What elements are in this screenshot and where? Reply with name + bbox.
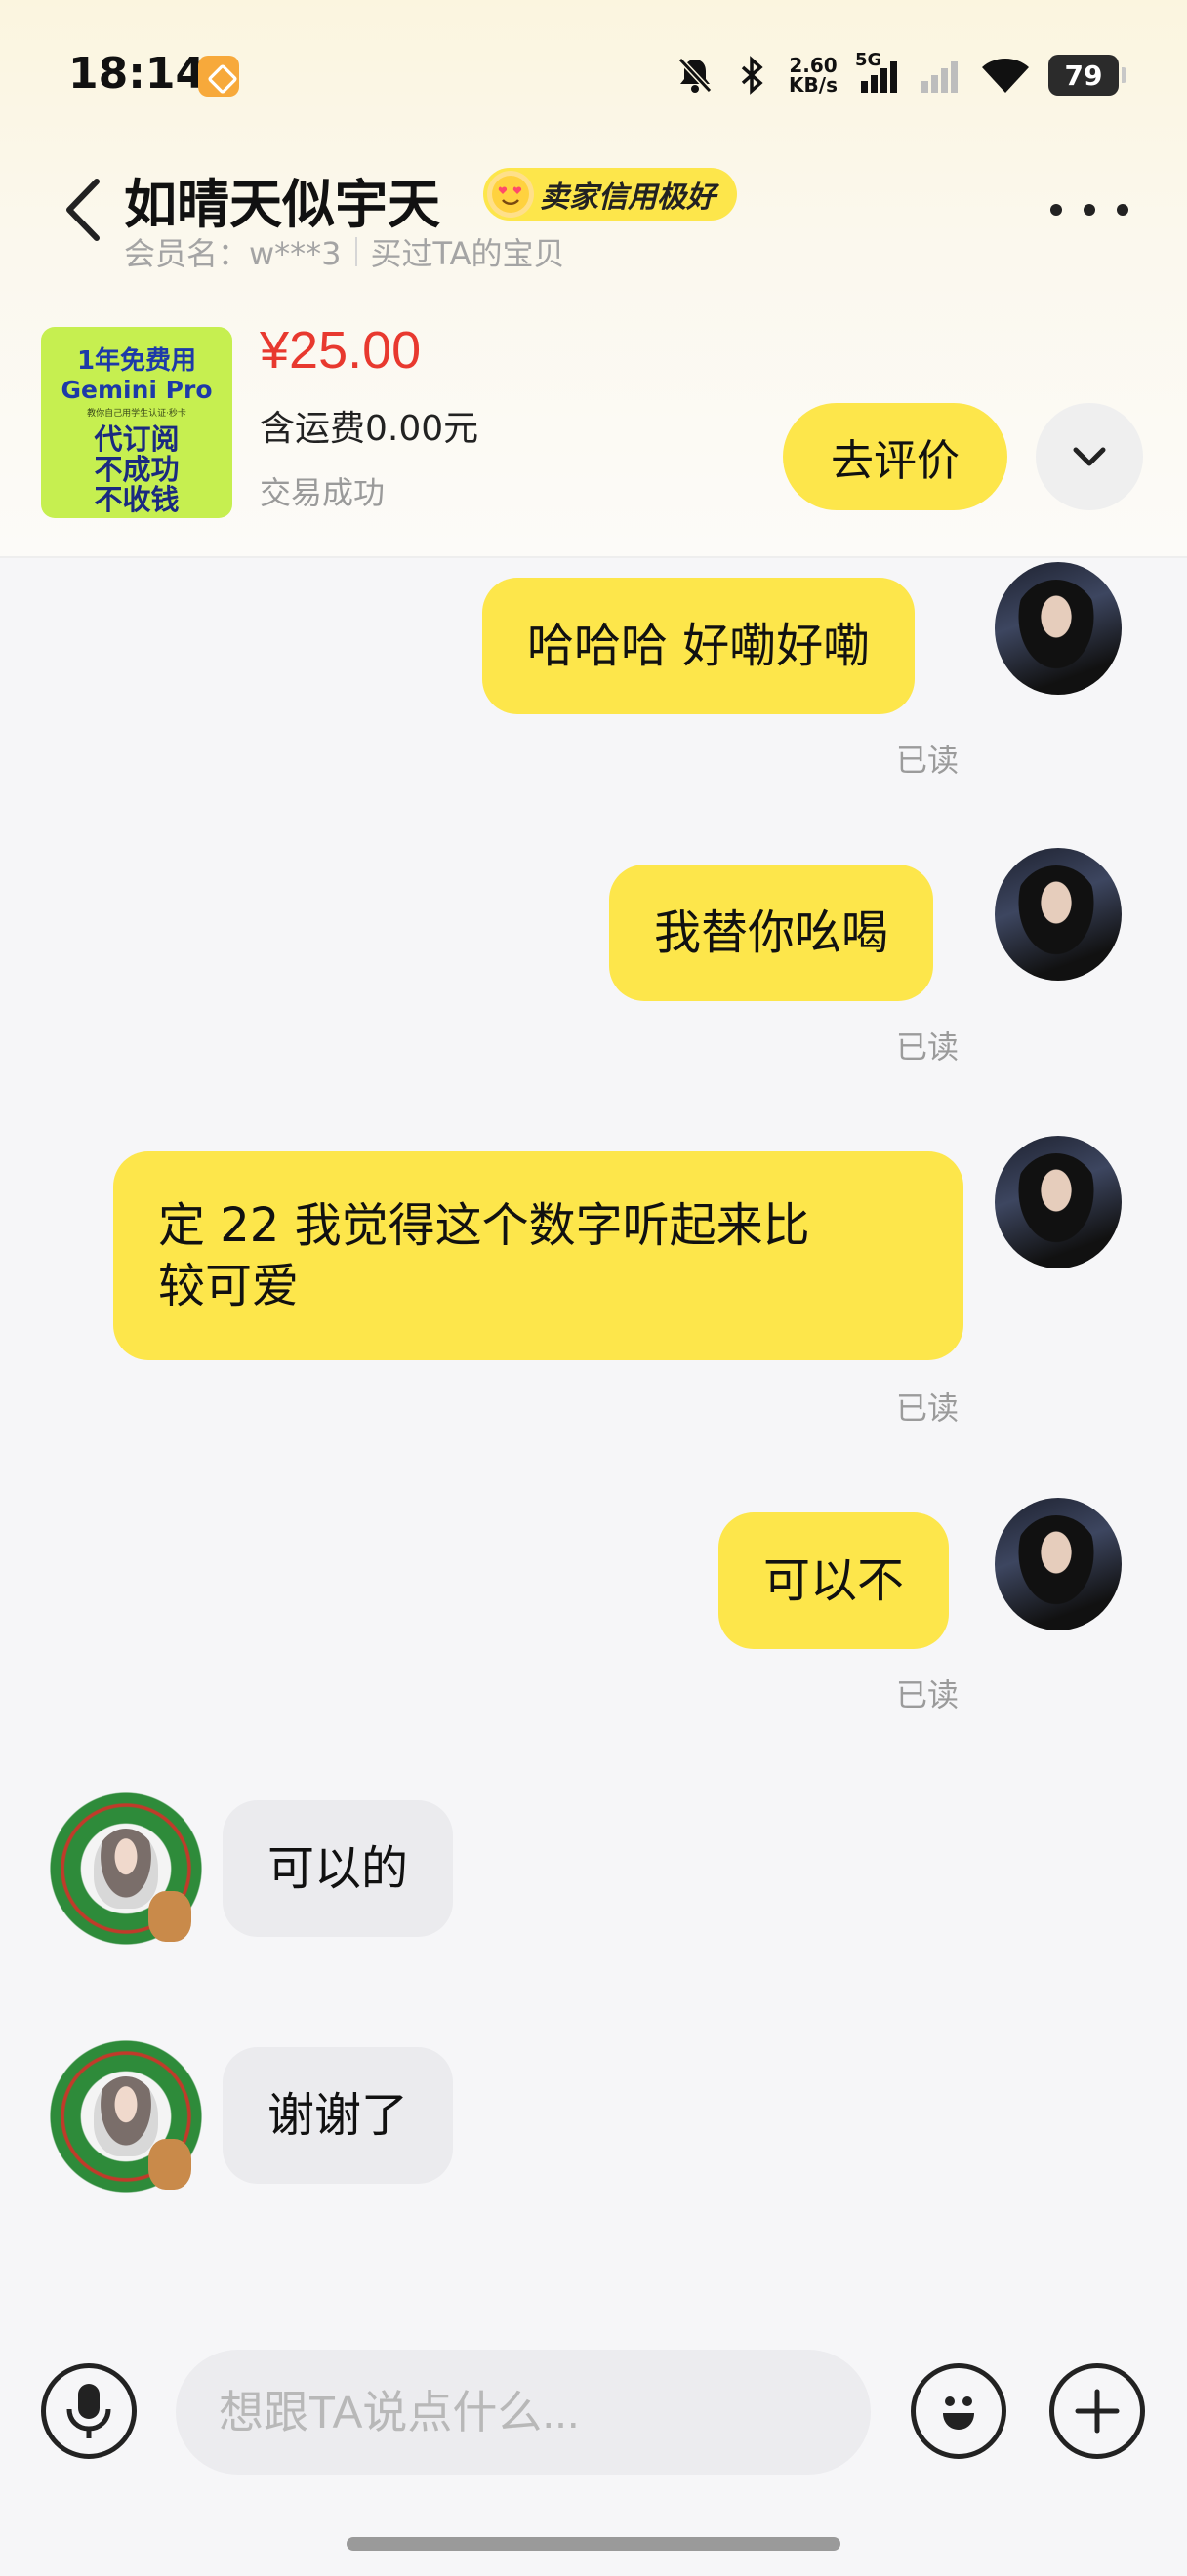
message-bubble-sent[interactable]: 哈哈哈 好嘞好嘞 <box>482 578 916 714</box>
badge-label: 卖家信用极好 <box>540 181 716 215</box>
message-bubble-received[interactable]: 可以的 <box>223 1800 454 1937</box>
message-text: 哈哈哈 好嘞好嘞 <box>527 619 871 673</box>
seller-avatar[interactable] <box>43 1786 209 1952</box>
app-notification-icon <box>198 56 239 97</box>
chevron-down-icon <box>1073 447 1106 466</box>
seller-credit-badge: 卖家信用极好 <box>483 168 737 221</box>
more-dot-icon <box>1050 204 1062 216</box>
status-time: 18:14 <box>68 49 206 99</box>
read-receipt: 已读 <box>896 742 960 779</box>
my-avatar[interactable] <box>995 1498 1122 1630</box>
order-status: 交易成功 <box>260 474 386 511</box>
subtitle-divider <box>354 237 357 266</box>
thumb-line3: 教你自己用学生认证·秒卡 <box>87 409 186 419</box>
message-bubble-sent[interactable]: 我替你吆喝 <box>609 865 934 1001</box>
my-avatar[interactable] <box>995 848 1122 981</box>
add-attachment-button[interactable] <box>1049 2363 1145 2459</box>
shipping-fee: 含运费0.00元 <box>260 409 479 449</box>
message-bubble-sent[interactable]: 定 22 我觉得这个数字听起来比 较可爱 <box>113 1151 963 1360</box>
smiley-icon <box>943 2396 974 2430</box>
net-speed: 2.60 KB/s <box>789 56 838 95</box>
thumb-line5: 不成功 <box>94 453 180 486</box>
review-button[interactable]: 去评价 <box>783 403 1007 510</box>
more-options-button[interactable] <box>1050 190 1128 229</box>
more-dot-icon <box>1117 204 1128 216</box>
more-dot-icon <box>1084 204 1095 216</box>
my-avatar[interactable] <box>995 1136 1122 1268</box>
thumb-line2: Gemini Pro <box>61 376 213 404</box>
status-bar: 18:14 2.60 KB/s 5G 79 <box>0 0 1187 146</box>
wifi-icon <box>980 56 1031 95</box>
read-receipt: 已读 <box>896 1389 960 1427</box>
message-text-line2: 较可爱 <box>158 1259 300 1313</box>
member-name: 会员名：w***3 <box>124 235 342 272</box>
expand-button[interactable] <box>1036 403 1143 510</box>
bought-items-link[interactable]: 买过TA的宝贝 <box>371 229 565 274</box>
chevron-left-icon <box>66 179 100 241</box>
heart-eyes-emoji-icon <box>487 171 534 218</box>
message-text: 我替你吆喝 <box>654 906 889 960</box>
home-indicator[interactable] <box>347 2537 840 2551</box>
emoji-button[interactable] <box>911 2363 1006 2459</box>
plus-icon <box>1075 2389 1120 2434</box>
message-input[interactable] <box>176 2350 871 2475</box>
read-receipt: 已读 <box>896 1028 960 1066</box>
battery-icon: 79 <box>1048 55 1126 96</box>
message-text: 可以的 <box>267 1841 409 1896</box>
product-price: ¥25.00 <box>260 321 422 380</box>
message-bubble-sent[interactable]: 可以不 <box>718 1512 950 1649</box>
bluetooth-icon <box>732 56 771 95</box>
thumb-line1: 1年免费用 <box>76 346 197 376</box>
thumb-line6: 不收钱 <box>94 483 180 516</box>
read-receipt: 已读 <box>896 1676 960 1713</box>
net-speed-unit: KB/s <box>789 73 838 97</box>
thumb-line4: 代订阅 <box>94 423 180 456</box>
network-label: 5G <box>855 50 882 70</box>
message-text-line1: 定 22 我觉得这个数字听起来比 <box>158 1198 810 1253</box>
message-bubble-received[interactable]: 谢谢了 <box>223 2047 454 2184</box>
chat-subtitle: 会员名：w***3 买过TA的宝贝 <box>124 229 565 274</box>
back-button[interactable] <box>59 176 107 244</box>
microphone-icon <box>66 2384 111 2438</box>
message-text: 可以不 <box>763 1553 905 1608</box>
mute-bell-icon <box>675 56 715 95</box>
signal-weak-icon <box>918 56 962 95</box>
chat-title: 如晴天似宇天 <box>124 174 440 235</box>
voice-input-button[interactable] <box>41 2363 137 2459</box>
seller-avatar[interactable] <box>43 2033 209 2199</box>
signal-5g-icon: 5G <box>855 50 900 95</box>
message-text: 谢谢了 <box>267 2088 409 2143</box>
my-avatar[interactable] <box>995 562 1122 695</box>
status-icons: 2.60 KB/s 5G 79 <box>675 50 1126 100</box>
battery-level: 79 <box>1064 59 1103 92</box>
net-speed-value: 2.60 <box>789 54 838 77</box>
product-thumbnail[interactable]: 1年免费用 Gemini Pro 教你自己用学生认证·秒卡 代订阅 不成功 不收… <box>41 327 232 518</box>
